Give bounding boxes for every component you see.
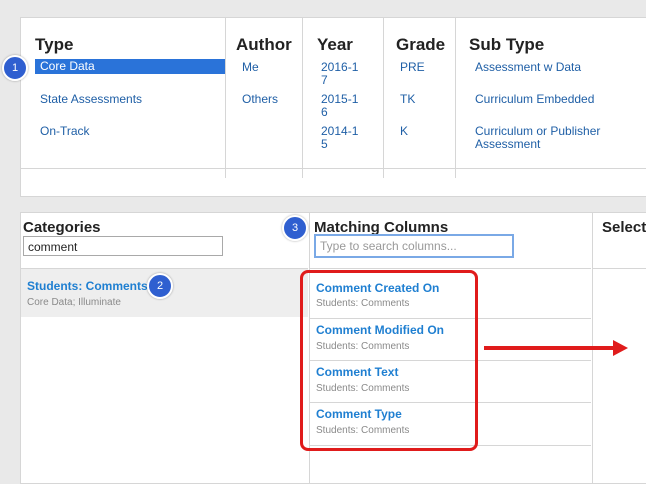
matching-columns-search-input[interactable]: Type to search columns... (314, 234, 514, 258)
filter-panel: Type Core Data State Assessments On-Trac… (20, 17, 646, 197)
grade-option-tk[interactable]: TK (400, 93, 415, 106)
author-option-others[interactable]: Others (242, 93, 278, 106)
selected-columns-label: Select (602, 219, 646, 236)
subtype-option-curriculum-publisher[interactable]: Curriculum or Publisher Assessment (475, 125, 646, 151)
highlight-box (300, 270, 478, 451)
subtype-option-assessment-w-data[interactable]: Assessment w Data (475, 61, 581, 74)
year-column: Year 2016-17 2015-16 2014-15 (303, 18, 378, 178)
year-option-2014-15[interactable]: 2014-15 (321, 125, 363, 151)
step-badge-3: 3 (282, 215, 308, 241)
type-option-core-data[interactable]: Core Data (35, 59, 225, 74)
arrow-head-icon (613, 340, 628, 356)
type-column: Type Core Data State Assessments On-Trac… (21, 18, 225, 178)
grade-option-pre[interactable]: PRE (400, 61, 425, 74)
drag-arrow (484, 346, 616, 350)
categories-label: Categories (23, 219, 101, 236)
category-sub: Core Data; Illuminate (27, 297, 121, 308)
grade-header: Grade (396, 35, 446, 54)
categories-search-input[interactable]: comment (23, 236, 223, 256)
grade-option-k[interactable]: K (400, 125, 408, 138)
step-badge-1: 1 (2, 55, 28, 81)
year-option-2016-17[interactable]: 2016-17 (321, 61, 363, 87)
author-option-me[interactable]: Me (242, 61, 259, 74)
grade-column: Grade PRE TK K (384, 18, 454, 178)
subtype-column: Sub Type Assessment w Data Curriculum Em… (456, 18, 646, 178)
type-option-state-assessments[interactable]: State Assessments (40, 93, 142, 106)
step-badge-2: 2 (147, 273, 173, 299)
subtype-option-curriculum-embedded[interactable]: Curriculum Embedded (475, 93, 594, 106)
author-column: Author Me Others (226, 18, 301, 178)
type-option-on-track[interactable]: On-Track (40, 125, 90, 138)
year-option-2015-16[interactable]: 2015-16 (321, 93, 363, 119)
category-title: Students: Comments (27, 279, 148, 293)
year-header: Year (317, 35, 353, 54)
type-header: Type (35, 35, 74, 54)
author-header: Author (236, 35, 292, 54)
subtype-header: Sub Type (469, 35, 545, 54)
